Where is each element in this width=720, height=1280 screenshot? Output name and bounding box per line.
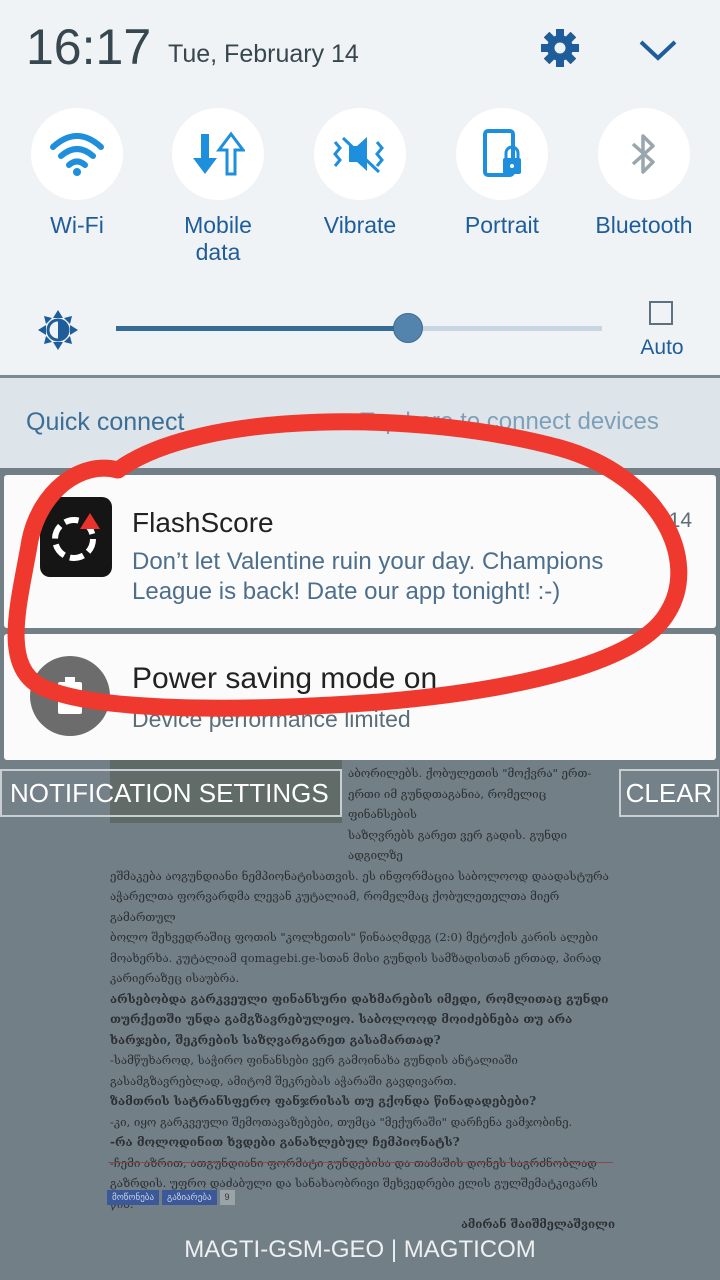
slider-thumb[interactable] (392, 313, 423, 343)
toggle-label: Bluetooth (595, 212, 693, 238)
toggle-vibrate[interactable]: Vibrate (289, 108, 431, 239)
brightness-icon-wrap (36, 308, 80, 352)
flashscore-logo-icon (52, 513, 100, 561)
article-question: არსებობდა გარკვეული ფინანსური დახმარების… (110, 991, 609, 1047)
notification-subtitle: Device performance limited (132, 706, 411, 732)
article-signature: ამირან შაიშმელაშვილი (461, 1217, 615, 1231)
share-count: 9 (219, 1190, 235, 1205)
article-line: მოახერხა. კუტალიამ qomagebi.ge-სთან მისი… (110, 950, 602, 965)
notification-app-name: FlashScore (132, 507, 274, 538)
article-line: საზღვრებს გარეთ ვერ გადის. გუნდი ადგილზე (348, 827, 568, 863)
settings-button[interactable] (538, 26, 582, 70)
toggle-label: Portrait (464, 212, 540, 238)
toggle-label: Wi-Fi (50, 212, 104, 238)
article-line: კარიერაზეც ისაუბრა. (110, 971, 240, 985)
article-text: აბორილებს. ქობულეთის "მოქვრა" ერთ- ერთი … (110, 763, 615, 1235)
toggle-wifi[interactable]: Wi-Fi (6, 108, 148, 239)
notification-flashscore[interactable]: FlashScore 14 Don’t let Valentine ruin y… (4, 475, 716, 628)
portrait-lock-icon (483, 129, 521, 177)
notification-power-saving[interactable]: Power saving mode on Device performance … (4, 634, 716, 760)
flashscore-app-icon (40, 497, 112, 577)
toggle-label: Vibrate (323, 212, 397, 238)
brightness-icon (38, 310, 78, 350)
clock: 16:17 (26, 19, 152, 75)
article-share-bar: მოწონება გაზიარება 9 (107, 1190, 235, 1205)
toggle-vibrate-circle (314, 108, 406, 200)
article-line: ერთი იმ გუნდთაგანია, რომელიც ფინანსების (348, 786, 547, 822)
clear-button[interactable]: CLEAR (619, 769, 719, 817)
quick-connect-title: Quick connect (26, 408, 185, 436)
power-saving-icon-wrap (30, 656, 110, 736)
article-question: ზამთრის სატრანსფერო ფანჯრისას თუ გქონდა … (110, 1094, 537, 1108)
article-line: ბოლო შეხვედრაშიც ფოთის "კოლხეთის" წინააღ… (110, 930, 599, 944)
vibrate-icon (333, 136, 384, 174)
toggle-label: Mobile data (184, 212, 252, 265)
notification-time: 14 (668, 509, 692, 532)
chevron-down-icon (639, 40, 677, 61)
article-line: აბორილებს. ქობულეთის "მოქვრა" ერთ- (348, 766, 592, 780)
notification-settings-button[interactable]: NOTIFICATION SETTINGS (0, 769, 342, 817)
bluetooth-icon (631, 134, 655, 174)
toggle-bluetooth-circle (598, 108, 690, 200)
mobile-data-icon (193, 131, 245, 176)
toggle-bluetooth[interactable]: Bluetooth (573, 108, 715, 239)
quick-connect-bar[interactable]: Quick connect Tap here to connect device… (0, 378, 720, 468)
article-question: -რა მოლოდინით ხვდები განახლებულ ჩემპიონა… (110, 1135, 460, 1149)
collapse-button[interactable] (636, 30, 680, 70)
toggle-portrait-circle (456, 108, 548, 200)
toggle-wifi-circle (31, 108, 123, 200)
article-answer: -სამწუხაროდ, საჭირო ფინანსები ვერ გამოინ… (110, 1053, 518, 1088)
article-line: ეშმაკება აოგუნდიანი ნემპიონატისათვის. ეს… (110, 868, 609, 883)
gear-icon (541, 29, 579, 67)
auto-brightness-checkbox[interactable] (649, 301, 673, 325)
slider-fill (116, 326, 408, 331)
like-button: მოწონება (107, 1190, 160, 1205)
notification-title: Power saving mode on (132, 662, 438, 695)
share-button: გაზიარება (162, 1190, 217, 1205)
quick-settings-panel: 16:17 Tue, February 14 Wi-Fi Mobile data… (0, 0, 720, 375)
battery-icon (58, 677, 82, 714)
article-divider (108, 1162, 613, 1163)
toggle-portrait[interactable]: Portrait (431, 108, 573, 239)
date: Tue, February 14 (168, 40, 359, 68)
article-answer: -კი, იყო გარკვეული შემოთავაზებები, თუმცა… (110, 1114, 573, 1129)
article-line: აჭარელთა ფორვარდმა ლევან კუტალიამ, რომელ… (110, 889, 560, 924)
auto-brightness-label: Auto (640, 336, 684, 359)
quick-connect-hint: Tap here to connect devices (360, 408, 659, 435)
notification-message: Don’t let Valentine ruin your day. Champ… (132, 548, 604, 605)
wifi-icon (50, 133, 104, 176)
brightness-slider[interactable] (116, 313, 602, 343)
toggle-mobile-data[interactable]: Mobile data (147, 108, 289, 266)
carrier-label: MAGTI-GSM-GEO | MAGTICOM (184, 1236, 536, 1263)
toggle-mobile-data-circle (172, 108, 264, 200)
